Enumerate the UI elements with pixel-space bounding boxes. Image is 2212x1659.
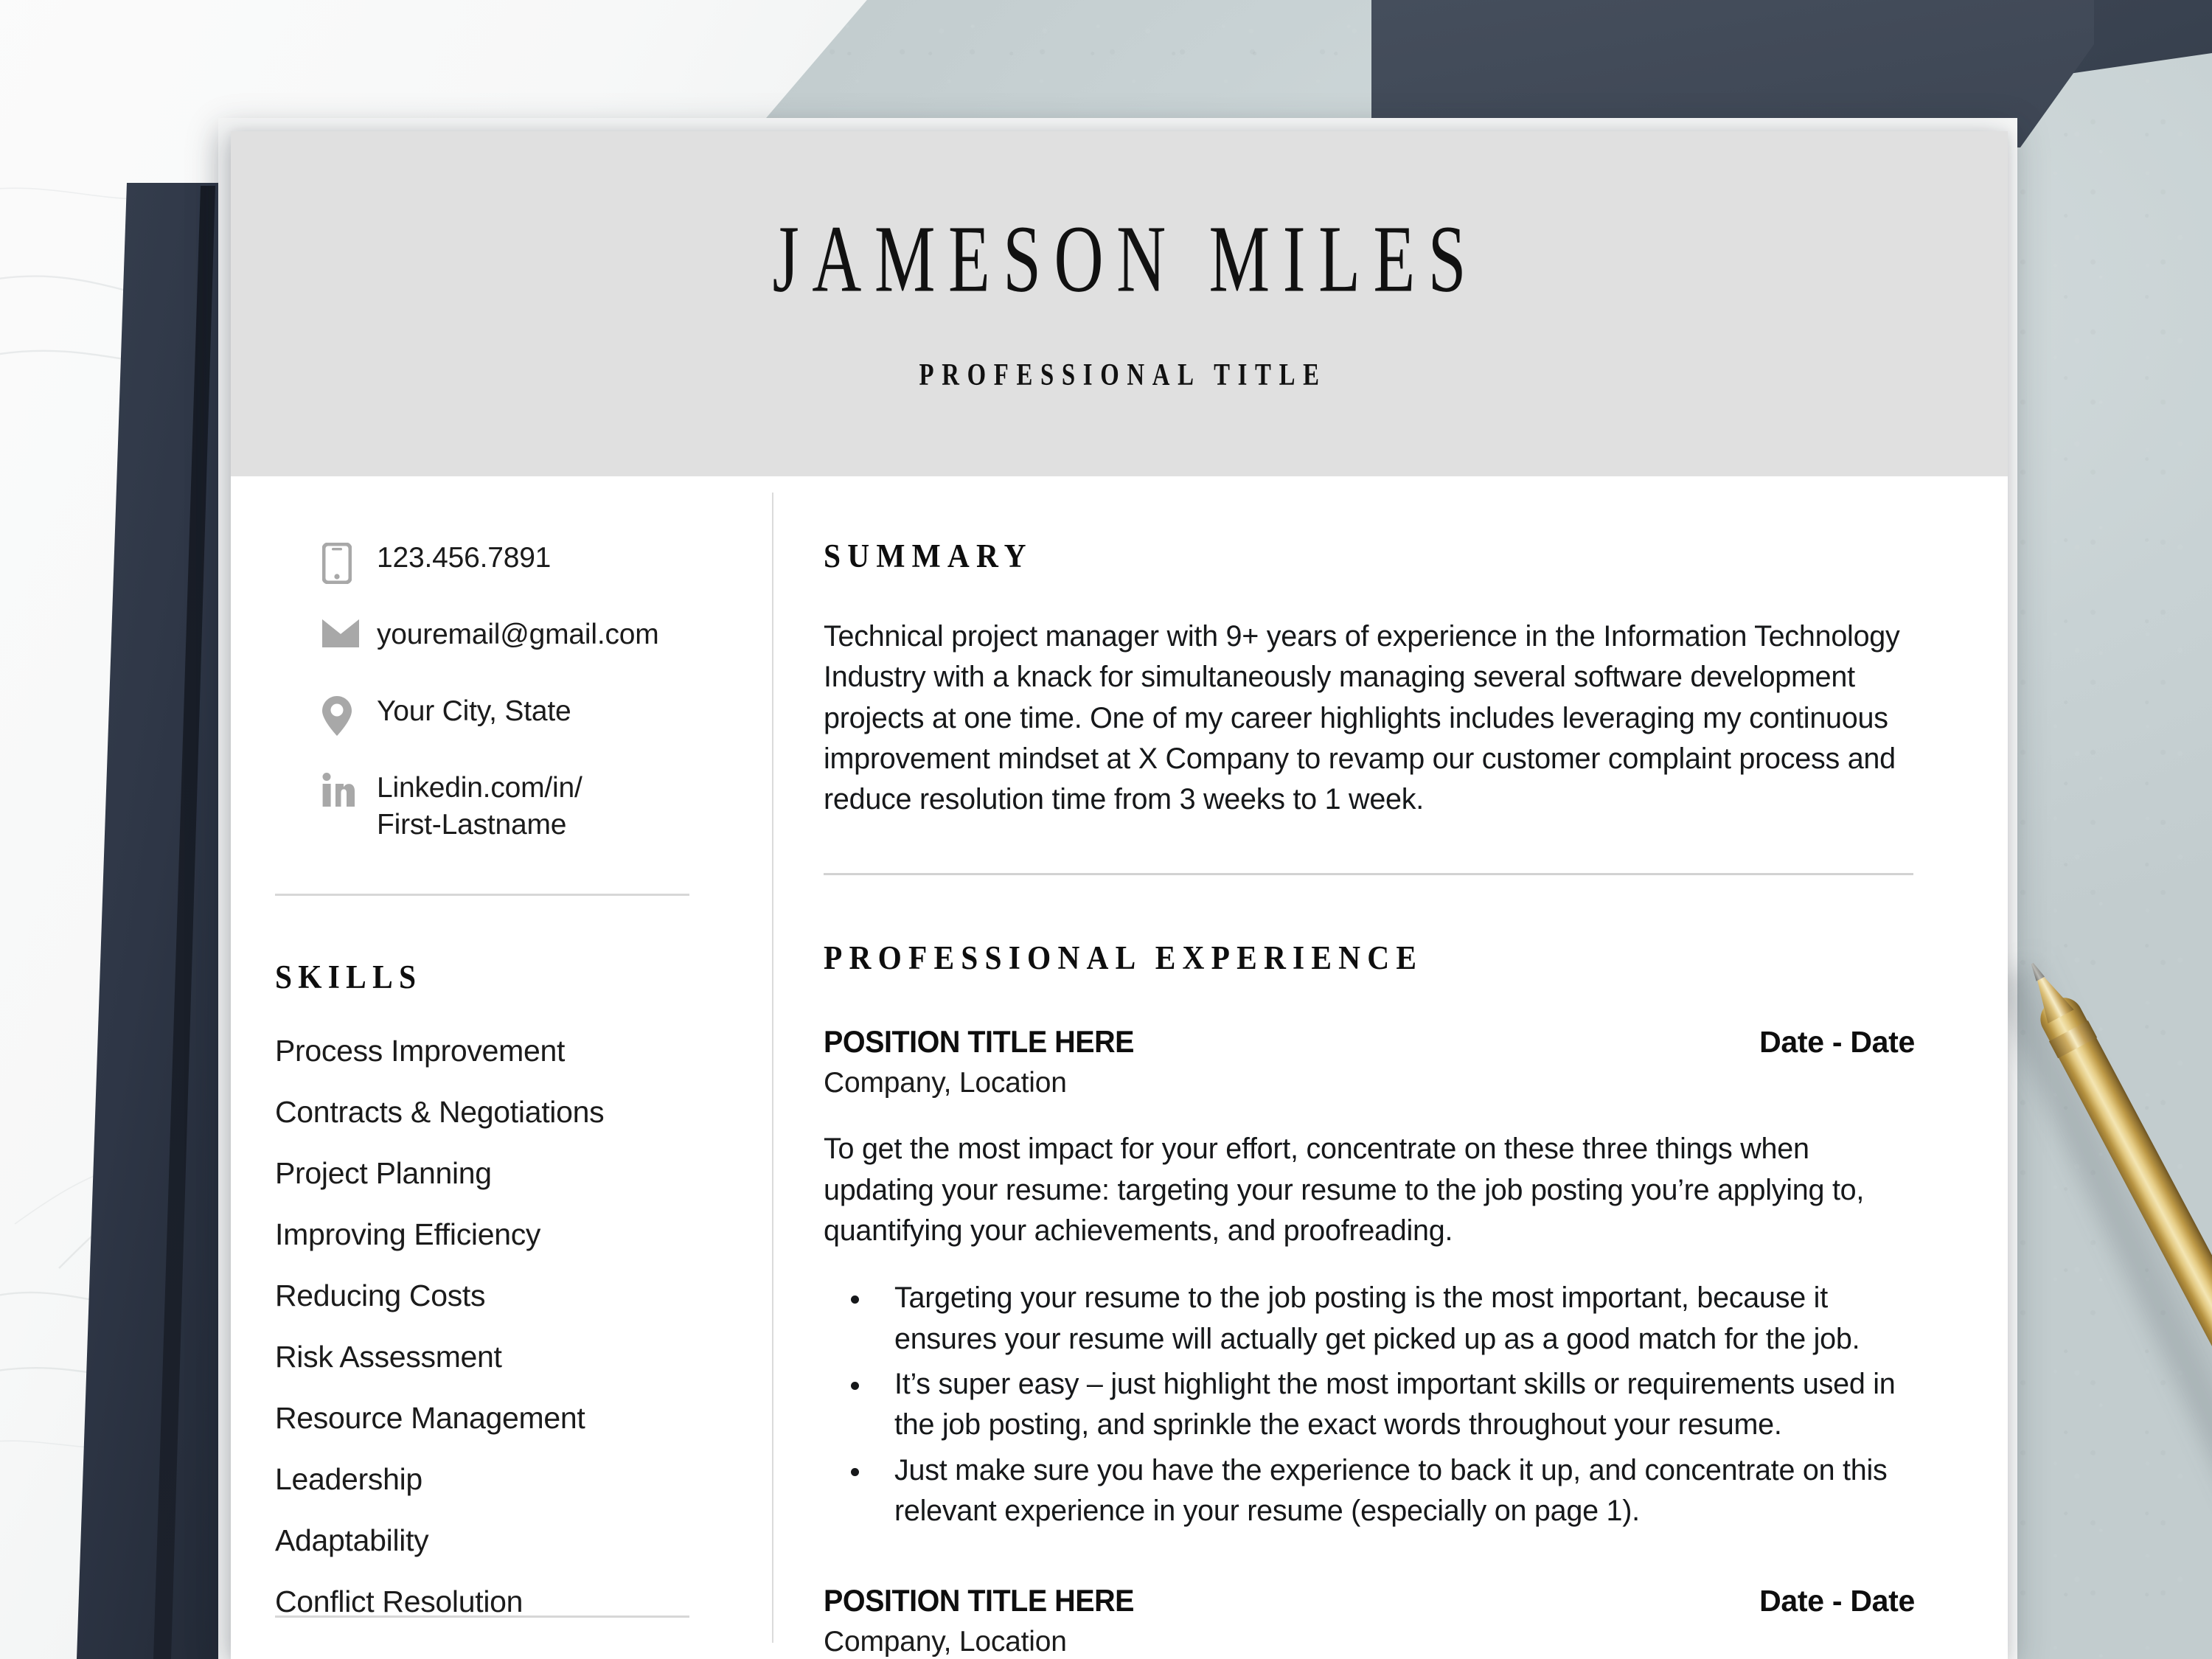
envelope-icon xyxy=(322,616,365,647)
position-bullets: Targeting your resume to the job posting… xyxy=(872,1278,1915,1531)
skill-item: Adaptability xyxy=(275,1523,429,1557)
resume-body: 123.456.7891 youremail@gmail.com Your Ci… xyxy=(231,476,2008,1659)
resume-header-band: JAMESON MILES PROFESSIONAL TITLE xyxy=(231,131,2008,476)
candidate-name: JAMESON MILES xyxy=(772,206,1479,313)
experience-entry: POSITION TITLE HERE Date - Date Company,… xyxy=(824,1024,1915,1531)
left-divider-rule xyxy=(275,894,689,896)
bullet-item: Just make sure you have the experience t… xyxy=(872,1450,1915,1532)
contact-item-linkedin[interactable]: Linkedin.com/in/ First-Lastname xyxy=(322,770,737,846)
linkedin-value: Linkedin.com/in/ First-Lastname xyxy=(377,772,582,841)
skill-item: Reducing Costs xyxy=(275,1279,486,1312)
skill-item: Conflict Resolution xyxy=(275,1585,524,1618)
position-dates: Date - Date xyxy=(1759,1025,1915,1060)
skills-heading: SKILLS xyxy=(275,959,422,995)
position-description: To get the most impact for your effort, … xyxy=(824,1133,1865,1248)
skill-item: Improving Efficiency xyxy=(275,1217,541,1251)
position-title: POSITION TITLE HERE xyxy=(824,1024,1135,1060)
left-bottom-rule xyxy=(275,1615,689,1618)
summary-body: Technical project manager with 9+ years … xyxy=(824,620,1900,816)
experience-entry: POSITION TITLE HERE Date - Date Company,… xyxy=(824,1583,1915,1659)
candidate-job-title: PROFESSIONAL TITLE xyxy=(919,356,1327,392)
skill-item: Contracts & Negotiations xyxy=(275,1095,605,1129)
position-title: POSITION TITLE HERE xyxy=(824,1583,1135,1618)
phone-icon xyxy=(322,540,365,584)
position-dates: Date - Date xyxy=(1759,1584,1915,1618)
experience-title-row: POSITION TITLE HERE Date - Date xyxy=(824,1024,1915,1060)
left-column: 123.456.7891 youremail@gmail.com Your Ci… xyxy=(231,476,773,1659)
summary-heading: SUMMARY xyxy=(824,538,1033,574)
skill-item: Risk Assessment xyxy=(275,1340,502,1374)
skill-item: Leadership xyxy=(275,1462,422,1496)
skill-item: Process Improvement xyxy=(275,1034,566,1068)
skills-list: Process Improvement Contracts & Negotiat… xyxy=(275,1036,737,1617)
right-column: SUMMARY Technical project manager with 9… xyxy=(772,476,2008,1659)
contact-item-phone[interactable]: 123.456.7891 xyxy=(322,540,737,616)
company-location: Company, Location xyxy=(824,1067,1067,1099)
right-divider-rule xyxy=(824,873,1913,876)
contact-item-email[interactable]: youremail@gmail.com xyxy=(322,616,737,693)
resume-document: JAMESON MILES PROFESSIONAL TITLE 123.456… xyxy=(231,131,2008,1659)
experience-heading: PROFESSIONAL EXPERIENCE xyxy=(824,939,1424,977)
contact-item-location[interactable]: Your City, State xyxy=(322,693,737,770)
bullet-item: It’s super easy – just highlight the mos… xyxy=(872,1364,1915,1446)
phone-value: 123.456.7891 xyxy=(377,542,552,574)
email-value: youremail@gmail.com xyxy=(377,619,659,650)
company-location: Company, Location xyxy=(824,1626,1067,1658)
contact-list: 123.456.7891 youremail@gmail.com Your Ci… xyxy=(322,540,737,846)
location-value: Your City, State xyxy=(377,695,571,727)
bullet-item: Targeting your resume to the job posting… xyxy=(872,1278,1915,1360)
experience-title-row: POSITION TITLE HERE Date - Date xyxy=(824,1583,1915,1618)
skill-item: Resource Management xyxy=(275,1401,585,1435)
location-pin-icon xyxy=(322,693,365,736)
linkedin-icon xyxy=(322,770,365,807)
skill-item: Project Planning xyxy=(275,1156,492,1190)
